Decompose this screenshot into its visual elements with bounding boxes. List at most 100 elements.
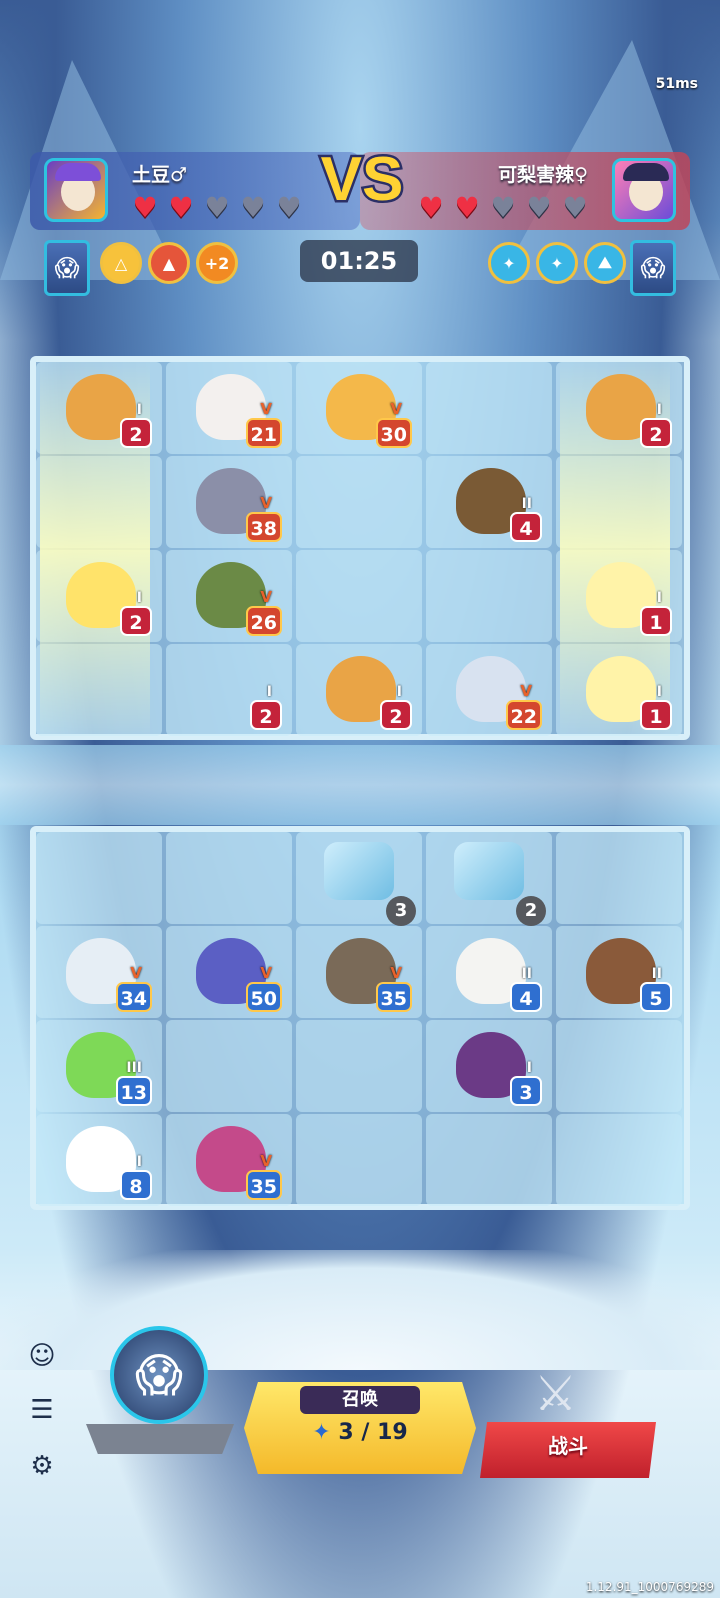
vs-text: VS	[321, 145, 404, 214]
unit-level: 1	[640, 700, 672, 730]
left-player-hearts: ♥ ♥ ♥ ♥ ♥	[130, 191, 304, 224]
avatar-hat	[55, 163, 101, 181]
ice-block[interactable]	[454, 842, 524, 900]
right-hero-card[interactable]: 😱	[630, 240, 676, 296]
heart-icon: ♥	[526, 191, 552, 224]
unit-deer[interactable]: II 5	[556, 926, 682, 1018]
rank-marker: I	[526, 1060, 532, 1076]
rank-marker: I	[136, 1154, 142, 1170]
settings-icon[interactable]: ⚙	[22, 1446, 62, 1486]
rank-marker: V	[260, 964, 272, 982]
heart-icon: ♥	[490, 191, 516, 224]
heart-icon: ♥	[418, 191, 444, 224]
unit-level: 2	[250, 700, 282, 730]
star-icon[interactable]: ✦	[488, 242, 530, 284]
unit-level: 2	[120, 606, 152, 636]
unit-sloth[interactable]: V 35	[296, 926, 422, 1018]
board-cell[interactable]	[426, 550, 552, 642]
rank-marker: V	[520, 682, 532, 700]
rank-marker: I	[266, 684, 272, 700]
rank-marker: II	[651, 966, 662, 982]
unit-spiked-tortoise[interactable]: V 26	[166, 550, 292, 642]
unit-demon-queen[interactable]: V 35	[166, 1114, 292, 1206]
unit-rabbit-police[interactable]: V 38	[166, 456, 292, 548]
board-cell[interactable]	[556, 1114, 682, 1206]
unit-bat[interactable]: I3	[426, 1020, 552, 1112]
summon-cost-value: 3 / 19	[338, 1420, 408, 1445]
unit-level: 2	[640, 418, 672, 448]
unit-big-turtle[interactable]: II 4	[426, 456, 552, 548]
unit-turtle[interactable]: I2	[556, 362, 682, 454]
mountain-icon[interactable]: ⛰	[584, 242, 626, 284]
ice-block-count: 2	[516, 896, 546, 926]
board-cell[interactable]	[296, 456, 422, 548]
right-player-name: 可梨害辣♀	[498, 164, 588, 186]
unit-level: 2	[120, 418, 152, 448]
unit-level: 21	[245, 418, 282, 448]
heart-icon: ♥	[276, 191, 302, 224]
bar-chart-icon[interactable]: ☰	[22, 1390, 62, 1430]
unit-level: 2	[380, 700, 412, 730]
rank-marker: V	[260, 1152, 272, 1170]
board-cell[interactable]	[426, 362, 552, 454]
heart-icon: ♥	[204, 191, 230, 224]
rank-marker: III	[126, 1060, 142, 1076]
hero-portrait[interactable]: 😱	[110, 1326, 208, 1424]
emote-icon[interactable]: ☺	[22, 1336, 62, 1376]
snow-drift	[0, 1250, 720, 1370]
unit-level: 1	[640, 606, 672, 636]
board-cell[interactable]	[36, 832, 162, 924]
unit-ghost-spirit[interactable]: I1	[556, 550, 682, 642]
board-cell[interactable]	[426, 1114, 552, 1206]
heart-icon: ♥	[240, 191, 266, 224]
vs-emblem: VS	[318, 143, 406, 217]
heart-icon: ♥	[168, 191, 194, 224]
board-cell[interactable]	[166, 832, 292, 924]
unit-level: 35	[245, 1170, 282, 1200]
unit-centaur-girl[interactable]: III 13	[36, 1020, 162, 1112]
rank-marker: V	[260, 494, 272, 512]
unit-sun-spirit[interactable]: I2	[36, 550, 162, 642]
right-player-avatar[interactable]	[612, 158, 676, 222]
unit-level: 4	[510, 982, 542, 1012]
unit-turtle[interactable]: I2	[36, 362, 162, 454]
unit-polar-bear[interactable]: II 4	[426, 926, 552, 1018]
unit-baby-bear[interactable]: I8	[36, 1114, 162, 1206]
unit-level: 38	[245, 512, 282, 542]
board-cell[interactable]	[166, 1020, 292, 1112]
ping-display: 51ms	[655, 76, 698, 92]
triangle-icon[interactable]: △	[100, 242, 142, 284]
unit-wizard-cat[interactable]: V 21	[166, 362, 292, 454]
ice-block-count: 3	[386, 896, 416, 926]
rank-marker: V	[260, 588, 272, 606]
rank-marker: I	[656, 402, 662, 418]
right-player-hearts: ♥ ♥ ♥ ♥ ♥	[416, 191, 590, 224]
unit-level: 50	[245, 982, 282, 1012]
board-cell[interactable]	[296, 550, 422, 642]
ice-block[interactable]	[324, 842, 394, 900]
board-cell[interactable]	[556, 1020, 682, 1112]
unit-level: 8	[120, 1170, 152, 1200]
unit-turtle[interactable]: I2	[296, 644, 422, 736]
unit-empty[interactable]: I2	[166, 644, 292, 736]
rank-marker: I	[656, 684, 662, 700]
arrow-up-icon[interactable]: ▲	[148, 242, 190, 284]
unit-level: 13	[115, 1076, 152, 1106]
unit-level: 4	[510, 512, 542, 542]
star-icon[interactable]: ✦	[536, 242, 578, 284]
unit-ice-yeti[interactable]: V 34	[36, 926, 162, 1018]
plus-badge[interactable]: +2	[196, 242, 238, 284]
left-player-name: 土豆♂	[132, 164, 188, 186]
unit-winged-wolf[interactable]: V 22	[426, 644, 552, 736]
left-hero-card[interactable]: 😱	[44, 240, 90, 296]
heart-icon: ♥	[132, 191, 158, 224]
board-cell[interactable]	[296, 1020, 422, 1112]
board-cell[interactable]	[296, 1114, 422, 1206]
left-player-avatar[interactable]	[44, 158, 108, 222]
unit-bird-warrior[interactable]: V 30	[296, 362, 422, 454]
rank-marker: I	[656, 590, 662, 606]
board-cell[interactable]	[556, 832, 682, 924]
unit-level: 34	[115, 982, 152, 1012]
unit-shark-mage[interactable]: V 50	[166, 926, 292, 1018]
unit-rabbit-ghost[interactable]: I1	[556, 644, 682, 736]
